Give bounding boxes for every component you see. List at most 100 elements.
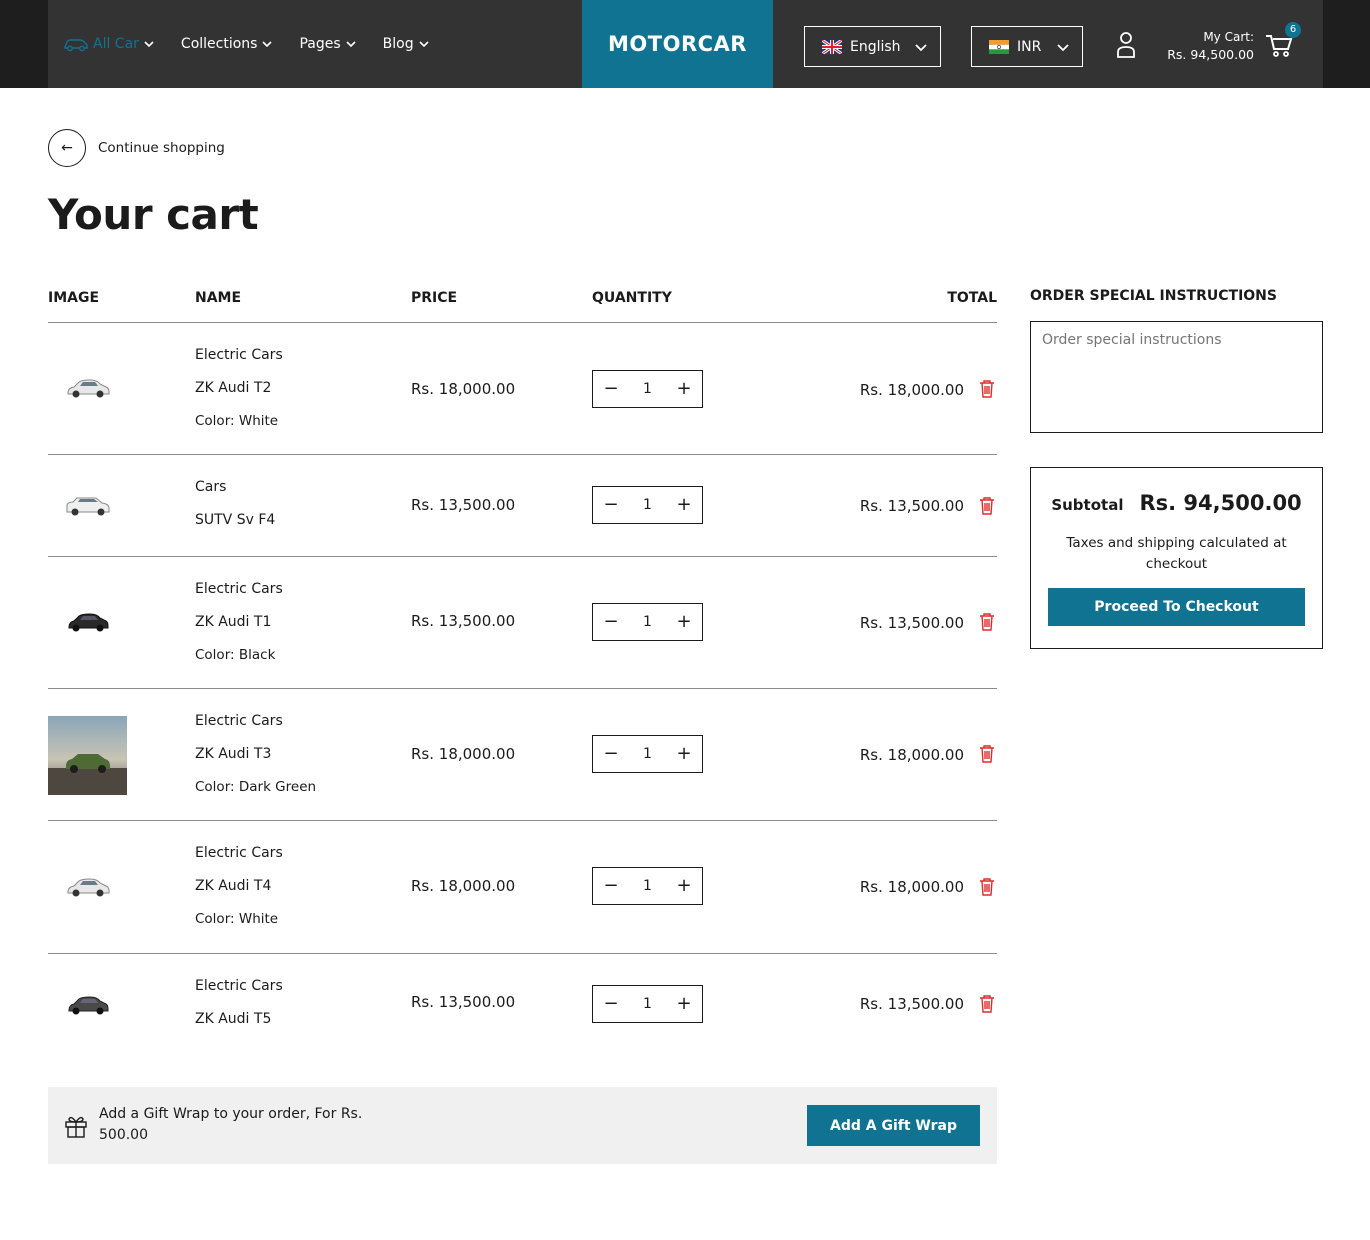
cart-row: Electric Cars ZK Audi T2 Color: White Rs… (48, 323, 997, 455)
product-price: Rs. 13,500.00 (411, 993, 516, 1011)
special-instructions-field[interactable] (1030, 321, 1323, 433)
language-label: English (850, 38, 901, 55)
increase-button[interactable]: + (676, 745, 692, 763)
quantity-value[interactable]: 1 (643, 996, 652, 1012)
quantity-stepper: − 1 + (592, 603, 703, 641)
chevron-down-icon (262, 41, 273, 48)
product-image[interactable] (48, 467, 127, 546)
cart-row: Cars SUTV Sv F4 Rs. 13,500.00 − 1 + Rs. … (48, 455, 997, 557)
quantity-value[interactable]: 1 (643, 614, 652, 630)
quantity-stepper: − 1 + (592, 867, 703, 905)
nav-label: Blog (382, 36, 414, 52)
gift-icon (65, 1116, 87, 1138)
product-option: Color: Dark Green (195, 771, 316, 804)
column-header-quantity: QUANTITY (592, 290, 672, 306)
currency-selector[interactable]: INR (971, 26, 1083, 67)
trash-icon[interactable] (979, 995, 995, 1013)
trash-icon[interactable] (979, 878, 995, 896)
site-header: All Car Collections Pages Blog MOTORCAR … (48, 0, 1323, 88)
instructions-title: ORDER SPECIAL INSTRUCTIONS (1030, 288, 1277, 304)
trash-icon[interactable] (979, 380, 995, 398)
increase-button[interactable]: + (676, 613, 692, 631)
nav-item-pages[interactable]: Pages (299, 36, 356, 52)
decrease-button[interactable]: − (603, 877, 619, 895)
product-image[interactable] (48, 349, 127, 428)
product-option: Color: Black (195, 639, 283, 672)
option-value: Black (238, 647, 276, 663)
product-name[interactable]: SUTV Sv F4 (195, 504, 275, 537)
product-image[interactable] (48, 716, 127, 795)
cart-row: Electric Cars ZK Audi T4 Color: White Rs… (48, 821, 997, 954)
decrease-button[interactable]: − (603, 995, 619, 1013)
nav-item-blog[interactable]: Blog (383, 36, 430, 52)
product-category: Electric Cars (195, 347, 283, 363)
cart-summary[interactable]: My Cart: Rs. 94,500.00 (1148, 28, 1254, 64)
trash-icon[interactable] (979, 613, 995, 631)
product-name[interactable]: ZK Audi T4 (195, 870, 283, 903)
chevron-down-icon (346, 41, 356, 48)
product-name[interactable]: ZK Audi T5 (195, 1003, 283, 1036)
option-label: Color: (195, 779, 235, 795)
cart-count-badge: 6 (1285, 22, 1301, 38)
nav-item-all-car[interactable]: All Car (63, 36, 155, 52)
tax-note: Taxes and shipping calculated at checkou… (1066, 535, 1287, 572)
decrease-button[interactable]: − (603, 496, 619, 514)
quantity-value[interactable]: 1 (643, 497, 652, 513)
continue-label: Continue shopping (98, 140, 225, 156)
trash-icon[interactable] (979, 745, 995, 763)
quantity-value[interactable]: 1 (643, 746, 652, 762)
product-image[interactable] (48, 583, 127, 662)
product-image[interactable] (48, 966, 127, 1045)
increase-button[interactable]: + (676, 995, 692, 1013)
trash-icon[interactable] (979, 497, 995, 515)
chevron-down-icon (419, 41, 429, 48)
site-logo[interactable]: MOTORCAR (582, 0, 773, 88)
increase-button[interactable]: + (676, 877, 692, 895)
product-details: Electric Cars ZK Audi T1 Color: Black (195, 573, 283, 672)
product-details: Electric Cars ZK Audi T4 Color: White (195, 837, 283, 936)
option-value: Dark Green (238, 779, 317, 795)
product-category: Electric Cars (195, 581, 283, 597)
cart-row: Electric Cars ZK Audi T5 Rs. 13,500.00 −… (48, 954, 997, 1054)
product-image[interactable] (48, 848, 127, 927)
product-name[interactable]: ZK Audi T2 (195, 372, 283, 405)
subtotal-row: Subtotal Rs. 94,500.00 (1031, 491, 1322, 515)
increase-button[interactable]: + (676, 380, 692, 398)
nav-item-collections[interactable]: Collections (181, 36, 274, 52)
quantity-value[interactable]: 1 (643, 381, 652, 397)
quantity-value[interactable]: 1 (643, 878, 652, 894)
product-price: Rs. 18,000.00 (411, 380, 516, 398)
gift-wrap-panel: Add a Gift Wrap to your order, For Rs. 5… (48, 1087, 997, 1164)
line-total: Rs. 13,500.00 (859, 614, 964, 632)
product-category: Cars (195, 479, 227, 495)
decrease-button[interactable]: − (603, 380, 619, 398)
nav-label: Collections (180, 36, 258, 52)
chevron-down-icon (915, 43, 927, 51)
line-total: Rs. 18,000.00 (859, 746, 964, 764)
product-details: Electric Cars ZK Audi T5 (195, 970, 283, 1036)
decrease-button[interactable]: − (603, 745, 619, 763)
product-name[interactable]: ZK Audi T3 (195, 738, 316, 771)
subtotal-value: Rs. 94,500.00 (1139, 491, 1302, 515)
product-category: Electric Cars (195, 713, 283, 729)
order-summary: Subtotal Rs. 94,500.00 Taxes and shippin… (1030, 467, 1323, 649)
user-icon[interactable] (1114, 30, 1138, 60)
option-label: Color: (195, 647, 235, 663)
gift-wrap-text: Add a Gift Wrap to your order, For Rs. 5… (99, 1106, 363, 1143)
column-header-name: NAME (195, 290, 242, 306)
product-price: Rs. 13,500.00 (411, 496, 516, 514)
quantity-stepper: − 1 + (592, 985, 703, 1023)
cart-label: My Cart: (1203, 30, 1254, 44)
language-selector[interactable]: English (804, 26, 941, 67)
uk-flag-icon (822, 39, 842, 54)
increase-button[interactable]: + (676, 496, 692, 514)
checkout-button[interactable]: Proceed To Checkout (1048, 588, 1305, 626)
continue-shopping-link[interactable]: ← Continue shopping (48, 129, 225, 167)
product-option: Color: White (195, 903, 283, 936)
product-details: Electric Cars ZK Audi T2 Color: White (195, 339, 283, 438)
add-gift-wrap-button[interactable]: Add A Gift Wrap (807, 1105, 980, 1146)
product-option: Color: White (195, 405, 283, 438)
product-name[interactable]: ZK Audi T1 (195, 606, 283, 639)
product-details: Electric Cars ZK Audi T3 Color: Dark Gre… (195, 705, 316, 804)
decrease-button[interactable]: − (603, 613, 619, 631)
